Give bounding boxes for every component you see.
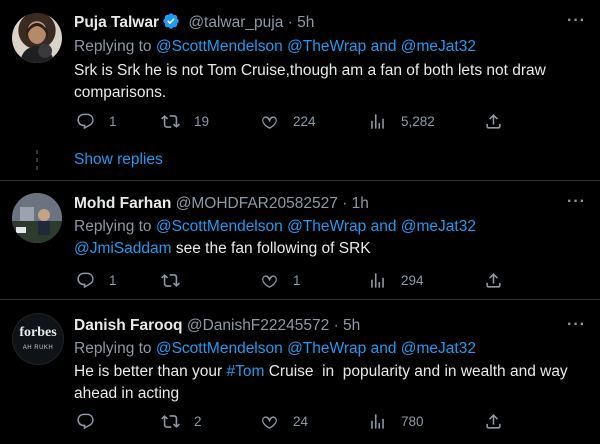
avatar-puja-talwar[interactable] [12,13,62,63]
reply-icon [77,413,94,430]
mention-link[interactable]: @meJat32 [401,340,476,357]
reply-button[interactable]: 1 [76,271,117,290]
reply-button[interactable] [76,412,109,431]
like-button[interactable]: 24 [260,412,308,431]
retweet-count: 19 [194,114,210,129]
tweet-text: Srk is Srk he is not Tom Cruise,though a… [74,62,546,101]
replying-label: Replying to [74,218,156,235]
replying-to: Replying to @ScottMendelson @TheWrap and… [74,218,476,236]
share-icon [486,114,501,129]
tweet-2[interactable]: Mohd Farhan @MOHDFAR20582527 · 1h ··· Re… [0,181,600,299]
display-name[interactable]: Mohd Farhan [74,195,171,212]
tweet-actions: 1 19 224 5,282 [74,112,514,136]
handle[interactable]: @talwar_puja [188,14,283,31]
mention-conjunction: and [370,340,397,357]
verified-icon [162,12,180,35]
timestamp[interactable]: · 5h [334,317,361,334]
like-count: 224 [293,114,316,129]
reply-count: 1 [109,273,117,288]
views-count: 5,282 [401,114,435,129]
like-count: 24 [293,414,309,429]
mention-link[interactable]: @meJat32 [401,38,476,55]
reply-icon [77,113,94,130]
like-icon [262,275,277,288]
tweet-3[interactable]: forbes AH RUKH Danish Farooq @DanishF222… [0,300,600,444]
avatar-image [12,193,62,243]
hashtag-link[interactable]: #Tom [227,363,265,380]
thread-connector [35,150,39,174]
views-icon [371,414,384,429]
tweet-actions: 2 24 780 [74,412,514,436]
like-icon [262,116,277,129]
reply-count: 1 [109,114,117,129]
avatar-image [20,22,54,63]
mention-link[interactable]: @JmiSaddam [74,240,172,257]
tweet-actions: 1 1 294 [74,271,514,295]
views-count: 780 [401,414,424,429]
avatar-mohd-farhan[interactable] [12,193,62,243]
tweet-header: Danish Farooq @DanishF22245572 · 5h [74,317,360,335]
retweet-button[interactable]: 2 [161,412,202,431]
retweet-button[interactable]: 19 [161,112,209,131]
retweet-icon [161,115,180,128]
retweet-icon [161,415,180,428]
replying-to: Replying to @ScottMendelson @TheWrap and… [74,38,476,56]
more-icon[interactable]: ··· [567,193,586,211]
show-replies-link[interactable]: Show replies [74,151,163,169]
reply-button[interactable]: 1 [76,112,117,131]
share-button[interactable] [484,112,517,131]
tweet-text-content: He is better than your [74,363,227,380]
more-icon[interactable]: ··· [567,316,586,334]
handle[interactable]: @MOHDFAR20582527 [176,195,338,212]
tweet-text-content: see the fan following of SRK [171,240,371,257]
retweet-button[interactable] [161,271,194,290]
views-icon [371,114,384,129]
mention-link[interactable]: @TheWrap [287,38,366,55]
views-button[interactable]: 5,282 [368,112,435,131]
tweet-header: Mohd Farhan @MOHDFAR20582527 · 1h [74,195,369,213]
views-button[interactable]: 294 [368,271,424,290]
display-name[interactable]: Puja Talwar [74,14,159,31]
mention-link[interactable]: @ScottMendelson [156,340,283,357]
retweet-count: 2 [194,414,202,429]
like-button[interactable]: 1 [260,271,301,290]
tweet-header: Puja Talwar @talwar_puja · 5h [74,12,314,35]
mention-link[interactable]: @ScottMendelson [156,218,283,235]
tweet-1[interactable]: Puja Talwar @talwar_puja · 5h ··· Replyi… [0,0,600,180]
mention-conjunction: and [370,218,397,235]
share-icon [486,273,501,288]
retweet-icon [161,274,180,287]
mention-link[interactable]: @TheWrap [287,340,366,357]
views-icon [371,273,384,288]
mention-link[interactable]: @meJat32 [401,218,476,235]
like-count: 1 [293,273,301,288]
replying-to: Replying to @ScottMendelson @TheWrap and… [74,340,476,358]
replying-label: Replying to [74,38,156,55]
mention-conjunction: and [370,38,397,55]
mention-link[interactable]: @TheWrap [287,218,366,235]
avatar-logo-text: forbes [19,325,57,340]
share-button[interactable] [484,271,517,290]
handle[interactable]: @DanishF22245572 [187,317,329,334]
tweet-text: He is better than your #Tom Cruise in po… [74,361,584,405]
share-button[interactable] [484,412,517,431]
tweet-text: @JmiSaddam see the fan following of SRK [74,238,584,260]
reply-icon [77,272,94,289]
timestamp[interactable]: · 1h [342,195,369,212]
display-name[interactable]: Danish Farooq [74,317,183,334]
views-button[interactable]: 780 [368,412,424,431]
more-icon[interactable]: ··· [567,12,586,30]
views-count: 294 [401,273,424,288]
share-icon [486,414,501,429]
like-button[interactable]: 224 [260,112,316,131]
avatar-subtext: AH RUKH [22,345,54,351]
like-icon [262,416,277,429]
replying-label: Replying to [74,340,156,357]
timestamp[interactable]: · 5h [288,14,315,31]
mention-link[interactable]: @ScottMendelson [156,38,283,55]
avatar-danish-farooq[interactable]: forbes AH RUKH [12,313,64,365]
